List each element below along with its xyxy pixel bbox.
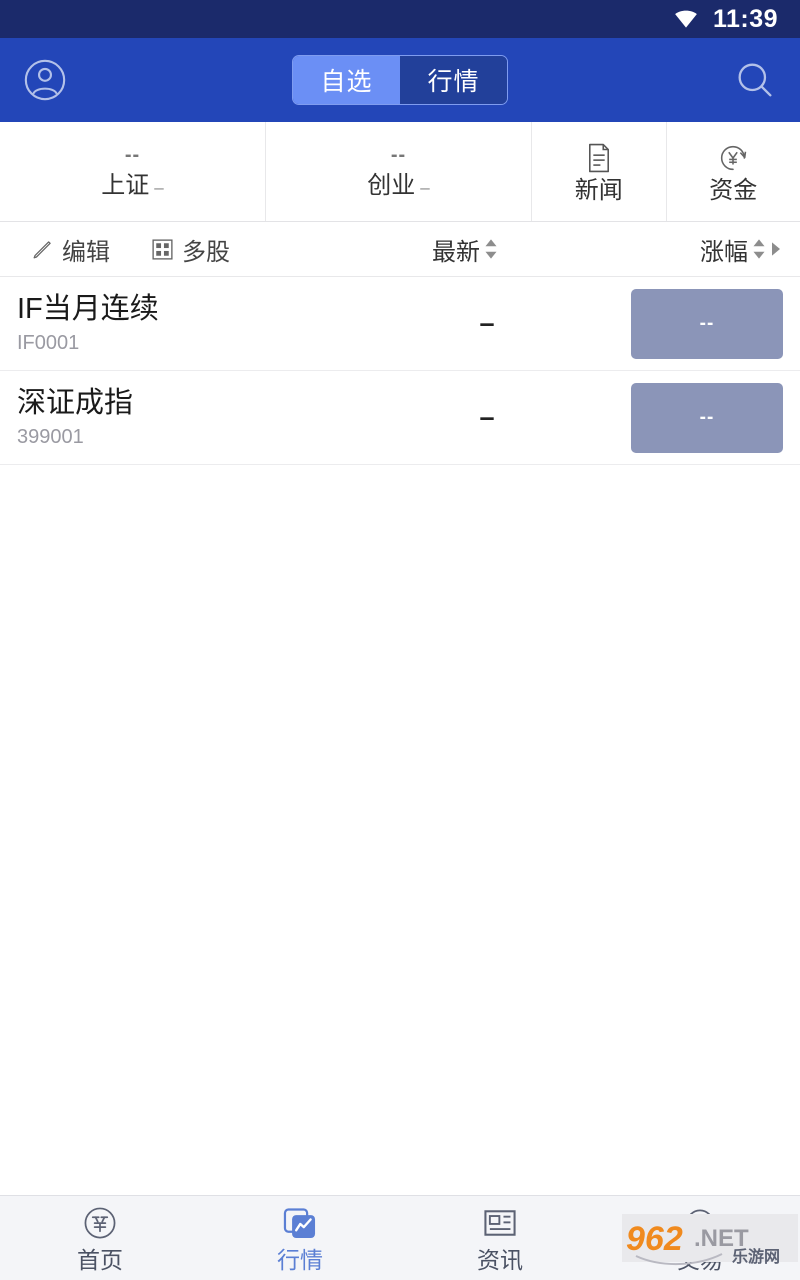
home-coupon-icon — [84, 1207, 116, 1239]
market-chart-icon — [283, 1208, 316, 1239]
pencil-icon — [33, 240, 51, 258]
chevron-right-icon[interactable] — [770, 241, 782, 257]
stock-price: – — [479, 402, 495, 432]
grid-icon — [152, 238, 173, 260]
index-name-text: 上证 — [101, 172, 150, 199]
table-row[interactable]: 深证成指 399001 – -- — [0, 371, 800, 465]
sort-change-label: 涨幅 — [700, 238, 748, 266]
sort-updown-icon — [485, 239, 497, 259]
tab-watchlist[interactable]: 自选 — [293, 56, 400, 104]
segmented-control[interactable]: 自选 行情 — [292, 55, 508, 105]
stock-change-badge: -- — [631, 382, 783, 453]
index-cell-chinext[interactable]: -- 创业 – — [266, 122, 532, 221]
multi-stock-button[interactable]: 多股 — [150, 232, 230, 267]
funds-yen-icon — [721, 145, 747, 170]
wifi-icon — [675, 10, 697, 28]
watermark-sub: 乐游网 — [732, 1247, 780, 1266]
stock-price: – — [479, 308, 495, 338]
bottom-nav: 首页 行情 资讯 962 .NET 乐游网 — [0, 1195, 800, 1280]
nav-item-market[interactable]: 行情 — [200, 1204, 400, 1272]
watermark-suffix: .NET — [694, 1225, 749, 1252]
shortcut-funds[interactable]: 资金 — [667, 122, 800, 221]
index-cell-shanghai[interactable]: -- 上证 – — [0, 122, 266, 221]
user-avatar-icon[interactable] — [22, 57, 68, 103]
site-watermark: 962 .NET 乐游网 — [622, 1214, 798, 1266]
index-value: -- — [390, 144, 407, 166]
sort-latest-label: 最新 — [432, 238, 480, 266]
app-header: 自选 行情 — [0, 38, 800, 122]
news-document-icon — [588, 143, 609, 172]
multi-stock-label: 多股 — [182, 238, 230, 266]
shortcut-label: 资金 — [709, 176, 758, 204]
sort-updown-icon — [753, 239, 765, 259]
news-list-icon — [484, 1210, 516, 1236]
index-name-text: 创业 — [367, 172, 416, 199]
table-row[interactable]: IF当月连续 IF0001 – -- — [0, 277, 800, 371]
nav-label: 首页 — [77, 1247, 123, 1273]
index-change: – — [154, 178, 164, 197]
shortcut-label: 新闻 — [574, 176, 623, 204]
stock-change-badge: -- — [631, 288, 783, 359]
nav-label: 资讯 — [477, 1247, 523, 1273]
index-name: 上证 – — [101, 174, 163, 198]
edit-label: 编辑 — [62, 238, 110, 266]
sort-latest[interactable]: 最新 — [432, 232, 498, 267]
app-root: 11:39 自选 行情 -- 上证 – -- 创业 – 新闻 资金 编辑 多股 … — [0, 0, 800, 1280]
edit-button[interactable]: 编辑 — [30, 232, 110, 267]
index-change: – — [420, 178, 430, 197]
shortcut-news[interactable]: 新闻 — [532, 122, 667, 221]
stock-list: IF当月连续 IF0001 – -- 深证成指 399001 – -- — [0, 277, 800, 1195]
nav-item-information[interactable]: 资讯 — [400, 1204, 600, 1272]
index-name: 创业 – — [367, 174, 429, 198]
sort-change[interactable]: 涨幅 — [700, 232, 782, 267]
watermark-main: 962 — [626, 1220, 683, 1258]
status-bar: 11:39 — [0, 0, 800, 38]
index-shortcut-row: -- 上证 – -- 创业 – 新闻 资金 — [0, 122, 800, 222]
nav-item-home[interactable]: 首页 — [0, 1204, 200, 1272]
status-time: 11:39 — [712, 4, 778, 33]
list-toolbar: 编辑 多股 最新 涨幅 — [0, 222, 800, 277]
nav-label: 行情 — [277, 1247, 323, 1273]
search-icon[interactable] — [732, 57, 778, 103]
tab-market[interactable]: 行情 — [400, 56, 507, 104]
index-value: -- — [124, 144, 141, 166]
